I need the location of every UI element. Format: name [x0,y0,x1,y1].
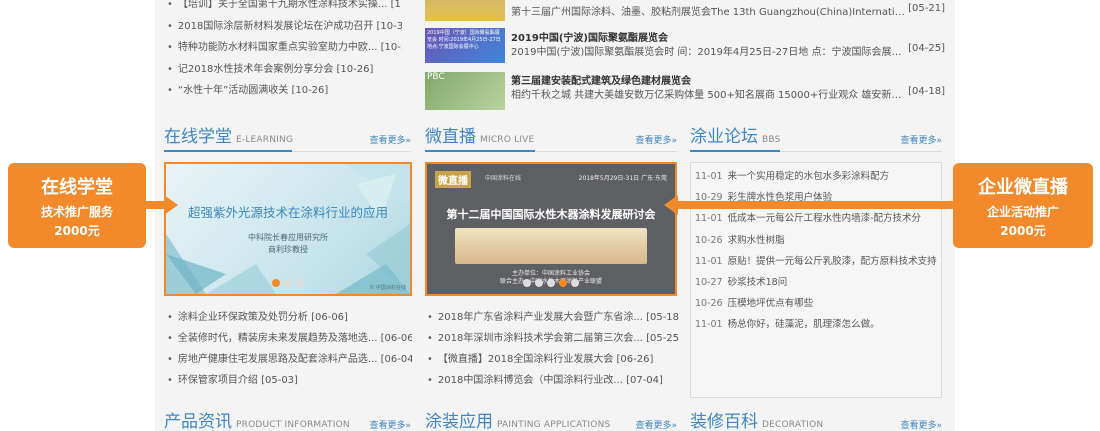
news-item[interactable]: 2018国际涂层新材料发展论坛在沪成功召开 [10-30] [167,16,402,38]
carousel-dot[interactable] [535,279,543,287]
expo-item[interactable]: PBC 第三届建安装配式建筑及绿色建材展览会 相约千秋之城 共建大美雄安数万亿采… [425,72,945,112]
banner-date: 2018年5月29日-31日 广东·东莞 [578,175,667,182]
news-item[interactable]: 环保管家项目介绍 [05-03] [167,370,412,391]
news-item[interactable]: 特种功能防水材料国家重点实验室助力中欧... [10-30] [167,37,402,59]
expo-thumb[interactable]: 2019中国（宁波）国际聚氨酯展览会 时间:2019年4月25日-27日 地点:… [425,28,505,63]
banner-line: 中科院长春应用研究所 [248,233,328,242]
more-link[interactable]: 查看更多» [635,418,677,431]
banner-title: 超强紫外光源技术在涂料行业的应用 [187,205,388,220]
more-link[interactable]: 查看更多» [369,133,411,146]
expo-desc[interactable]: 相约千秋之城 共建大美雄安数万亿采购体量 500+知名展商 15000+行业观众… [511,86,906,101]
callout-title: 企业微直播 [978,177,1068,198]
forum-title[interactable]: 压模地坪优点有哪些 [728,298,814,309]
expo-thumb[interactable]: PBC [425,72,505,110]
expo-title[interactable]: 2019中国(宁波)国际聚氨酯展览会 [511,29,668,44]
section-head-bbs: 涂业论坛 BBS 查看更多» [690,126,942,152]
forum-item[interactable]: 11-01 原贴！提供一元每公斤乳胶漆，配方原料技术支持 [691,251,941,272]
carousel-dot[interactable] [523,279,531,287]
carousel-dot[interactable] [547,279,555,287]
arrow-left-icon [664,195,954,215]
expo-thumb[interactable]: 第十三届广州国际涂料展览会 2019.5.21-23 [425,0,505,21]
expo-list: 第十三届广州国际涂料展览会 2019.5.21-23 第十三届广州国际涂料、油墨… [425,0,945,112]
banner-line: 商利珍教授 [268,245,308,254]
section-title[interactable]: 产品资讯 PRODUCT INFORMATION [164,407,350,431]
forum-date: 11-01 [695,171,723,182]
news-item[interactable]: 涂料企业环保政策及处罚分析 [06-06] [167,307,412,328]
news-item[interactable]: 2018年深圳市涂料技术学会第二届第三次会... [05-25] [427,328,679,349]
section-title[interactable]: 在线学堂 E-LEARNING [164,122,293,147]
forum-date: 10-26 [695,234,723,246]
forum-title[interactable]: 来一个实用稳定的水包水多彩涂料配方 [728,171,890,182]
forum-date: 11-01 [695,319,723,331]
carousel-dot[interactable] [559,279,567,287]
expo-title[interactable]: 第三届建安装配式建筑及绿色建材展览会 [511,72,691,87]
more-link[interactable]: 查看更多» [900,133,942,146]
callout-price: 2000元 [54,224,100,238]
callout-price: 2000元 [1000,224,1046,238]
news-item[interactable]: “水性十年”活动圆满收关 [10-26] [167,80,402,102]
partner-logo: 中国涂料在线 [485,175,522,182]
callout-title: 在线学堂 [41,177,113,198]
section-title[interactable]: 涂业论坛 BBS [690,122,781,147]
section-title[interactable]: 涂装应用 PAINTING APPLICATIONS [425,407,610,431]
more-link[interactable]: 查看更多» [369,418,411,431]
section-head-painting: 涂装应用 PAINTING APPLICATIONS 查看更多» [425,411,677,431]
carousel-dot[interactable] [296,279,304,287]
news-item[interactable]: 【培训】关于全国第十九期水性涂料技术实操... [11-01] [167,0,402,16]
top-news-list: 【培训】关于全国第十九期水性涂料技术实操... [11-01]2018国际涂层新… [167,0,402,102]
carousel-dot[interactable] [571,279,579,287]
section-head-elearning: 在线学堂 E-LEARNING 查看更多» [164,126,411,152]
microlive-banner[interactable]: 微直播 中国涂料在线 2018年5月29日-31日 广东·东莞 第十二届中国国际… [425,162,677,296]
expo-item[interactable]: 2019中国（宁波）国际聚氨酯展览会 时间:2019年4月25日-27日 地点:… [425,28,945,70]
forum-title[interactable]: 杨总你好，硅藻泥，肌理漆怎么做。 [728,319,880,330]
callout-line: 技术推广服务 [40,205,113,219]
forum-date: 10-27 [695,276,723,288]
carousel-dots [166,277,410,290]
more-link[interactable]: 查看更多» [900,418,942,431]
forum-item[interactable]: 10-26 压模地坪优点有哪些 [691,293,941,314]
expo-item[interactable]: 第十三届广州国际涂料展览会 2019.5.21-23 第十三届广州国际涂料、油墨… [425,0,945,21]
forum-item[interactable]: 10-27 砂浆技术18问 [691,272,941,293]
expo-desc[interactable]: 2019中国(宁波)国际聚氨酯展览会时 间：2019年4月25日-27日地 点：… [511,43,906,58]
microlive-news-list: 2018年广东省涂料产业发展大会暨广东省涂... [05-18]2018年深圳市… [427,307,679,391]
forum-item[interactable]: 11-01 杨总你好，硅藻泥，肌理漆怎么做。 [691,314,941,335]
news-item[interactable]: 2018中国涂料博览会（中国涂料行业改... [07-04] [427,370,679,391]
callout-microlive: 企业微直播 企业活动推广 2000元 [953,163,1093,248]
forum-title[interactable]: 砂浆技术18问 [728,277,788,288]
arrow-right-icon [146,195,178,215]
forum-item[interactable]: 11-01 来一个实用稳定的水包水多彩涂料配方 [691,166,941,187]
expo-date: [05-21] [908,3,945,14]
forum-date: 10-26 [695,298,723,310]
expo-date: [04-25] [908,43,945,54]
more-link[interactable]: 查看更多» [635,133,677,146]
news-item[interactable]: 2018年广东省涂料产业发展大会暨广东省涂... [05-18] [427,307,679,328]
callout-elearning: 在线学堂 技术推广服务 2000元 [8,163,146,248]
section-title[interactable]: 微直播 MICRO LIVE [425,122,534,147]
elearning-news-list: 涂料企业环保政策及处罚分析 [06-06]全装修时代，精装房未来发展趋势及落地选… [167,307,412,391]
news-item[interactable]: 记2018水性技术年会案例分享分会 [10-26] [167,59,402,81]
wood-board [455,228,647,264]
section-head-microlive: 微直播 MICRO LIVE 查看更多» [425,126,677,152]
section-title[interactable]: 装修百科 DECORATION [690,407,823,431]
polygon-pattern [166,164,410,294]
live-logo: 微直播 [435,171,471,188]
section-head-decoration: 装修百科 DECORATION 查看更多» [690,411,942,431]
news-item[interactable]: 【微直播】2018全国涂料行业发展大会 [06-26] [427,349,679,370]
elearning-banner[interactable]: 超强紫外光源技术在涂料行业的应用 中科院长春应用研究所 商利珍教授 © 中国涂料… [164,162,412,296]
news-item[interactable]: 房地产健康住宅发展思路及配套涂料产品选... [06-04] [167,349,412,370]
section-head-product: 产品资讯 PRODUCT INFORMATION 查看更多» [164,411,411,431]
callout-line: 企业活动推广 [986,205,1059,219]
carousel-dots [427,277,675,290]
expo-date: [04-18] [908,86,945,97]
news-item[interactable]: 全装修时代，精装房未来发展趋势及落地选... [06-06] [167,328,412,349]
forum-date: 11-01 [695,255,723,267]
expo-desc[interactable]: 第十三届广州国际涂料、油墨、胶粘剂展览会The 13th Guangzhou(C… [511,3,906,18]
forum-item[interactable]: 10-26 求购水性树脂 [691,230,941,251]
forum-title[interactable]: 原贴！提供一元每公斤乳胶漆，配方原料技术支持 [728,256,937,267]
banner-title: 第十二届中国国际水性木器涂料发展研讨会 [446,208,656,221]
carousel-dot[interactable] [272,279,280,287]
forum-title[interactable]: 求购水性树脂 [728,235,785,246]
carousel-dot[interactable] [284,279,292,287]
